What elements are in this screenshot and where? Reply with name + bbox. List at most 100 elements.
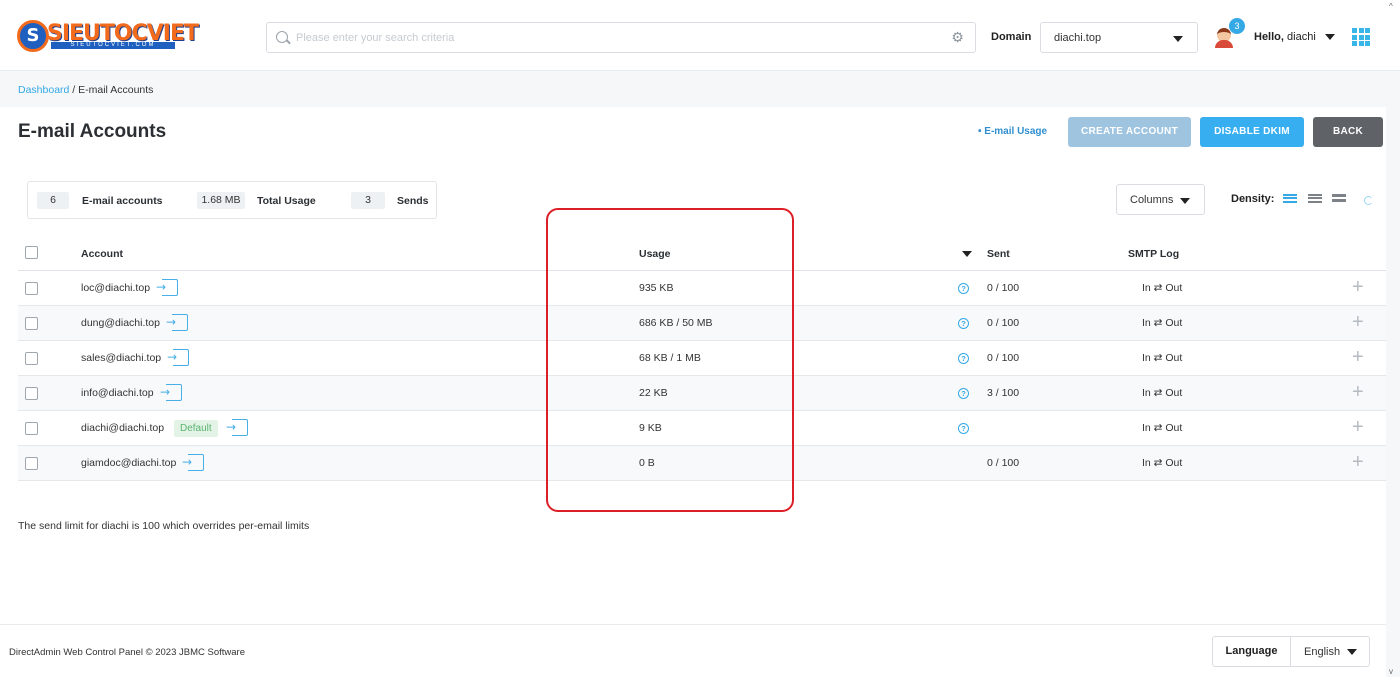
density-comfortable-icon[interactable] — [1332, 194, 1346, 206]
login-icon[interactable] — [166, 314, 188, 331]
account-email[interactable]: loc@diachi.top — [81, 282, 150, 294]
main-panel: E-mail Accounts • E-mail Usage CREATE AC… — [0, 107, 1386, 624]
account-email[interactable]: sales@diachi.top — [81, 352, 161, 364]
breadcrumb: Dashboard / E-mail Accounts — [18, 84, 153, 96]
help-icon[interactable]: ? — [958, 388, 969, 399]
table-row: info@diachi.top 22 KB? 3 / 100 In ⇄ Out + — [18, 376, 1386, 411]
accounts-table: Account Usage Sent SMTP Log loc@diachi.t… — [18, 236, 1386, 481]
smtp-log-link[interactable]: In ⇄ Out — [1142, 317, 1182, 329]
username: diachi — [1287, 31, 1316, 43]
columns-label: Columns — [1130, 194, 1174, 206]
table-row: dung@diachi.top 686 KB / 50 MB? 0 / 100 In … — [18, 306, 1386, 341]
gear-icon[interactable]: ⚙ — [950, 30, 965, 45]
domain-label: Domain — [991, 31, 1032, 43]
sent-value: 0 / 100 — [987, 352, 1020, 364]
help-icon[interactable]: ? — [958, 318, 969, 329]
row-checkbox[interactable] — [25, 387, 38, 400]
smtp-log-link[interactable]: In ⇄ Out — [1142, 387, 1182, 399]
usage-value: 22 KB — [639, 387, 668, 399]
logo-mark: S — [17, 20, 49, 52]
smtp-log-link[interactable]: In ⇄ Out — [1142, 282, 1182, 294]
login-icon[interactable] — [182, 454, 204, 471]
stat-usage-value: 1.68 MB — [197, 192, 245, 209]
sent-value: 0 / 100 — [987, 282, 1020, 294]
sort-desc-icon[interactable] — [962, 251, 972, 257]
help-icon[interactable]: ? — [958, 353, 969, 364]
user-menu-chevron-icon[interactable] — [1325, 34, 1335, 40]
account-email[interactable]: dung@diachi.top — [81, 317, 160, 329]
row-checkbox[interactable] — [25, 422, 38, 435]
stats-summary: 6 E-mail accounts 1.68 MB Total Usage 3 … — [27, 181, 437, 219]
columns-button[interactable]: Columns — [1116, 184, 1205, 215]
create-account-button[interactable]: CREATE ACCOUNT — [1068, 117, 1191, 147]
breadcrumb-current: E-mail Accounts — [78, 84, 154, 96]
language-label: Language — [1213, 637, 1291, 666]
account-email[interactable]: diachi@diachi.top — [81, 422, 164, 434]
logo[interactable]: S SIEUTOCVIET SIEUTOCVIET.COM — [17, 20, 199, 52]
select-all-checkbox[interactable] — [25, 246, 38, 259]
user-menu[interactable]: Hello, diachi — [1254, 31, 1316, 43]
logo-subtext: SIEUTOCVIET.COM — [51, 42, 175, 49]
expand-plus-icon[interactable]: + — [1352, 312, 1364, 332]
search-icon — [276, 31, 288, 43]
header-smtp-log[interactable]: SMTP Log — [1128, 248, 1179, 260]
login-icon[interactable] — [167, 349, 189, 366]
apps-grid-icon[interactable] — [1352, 28, 1370, 46]
table-header: Account Usage Sent SMTP Log — [18, 236, 1386, 271]
expand-plus-icon[interactable]: + — [1352, 277, 1364, 297]
login-icon[interactable] — [156, 279, 178, 296]
language-selector[interactable]: Language English — [1212, 636, 1370, 667]
stat-usage-label: Total Usage — [257, 195, 316, 207]
notification-badge[interactable]: 3 — [1229, 18, 1245, 34]
top-bar: S SIEUTOCVIET SIEUTOCVIET.COM ⚙ Domain d… — [0, 0, 1400, 71]
usage-value: 9 KB — [639, 422, 662, 434]
header-sent[interactable]: Sent — [987, 248, 1010, 260]
domain-value: diachi.top — [1054, 32, 1102, 44]
search-input[interactable] — [296, 28, 936, 47]
header-usage[interactable]: Usage — [639, 248, 671, 260]
density-compact-icon[interactable] — [1283, 194, 1297, 206]
help-icon[interactable]: ? — [958, 283, 969, 294]
back-button[interactable]: BACK — [1313, 117, 1383, 147]
send-limit-note: The send limit for diachi is 100 which o… — [18, 520, 310, 532]
breadcrumb-separator: / — [72, 84, 76, 96]
row-checkbox[interactable] — [25, 352, 38, 365]
table-row: diachi@diachi.top Default 9 KB? In ⇄ Out + — [18, 411, 1386, 446]
smtp-log-link[interactable]: In ⇄ Out — [1142, 352, 1182, 364]
refresh-icon[interactable] — [1364, 196, 1373, 205]
disable-dkim-button[interactable]: DISABLE DKIM — [1200, 117, 1304, 147]
row-checkbox[interactable] — [25, 282, 38, 295]
usage-value: 686 KB / 50 MB — [639, 317, 713, 329]
domain-select[interactable]: diachi.top — [1040, 22, 1198, 53]
header-account[interactable]: Account — [81, 248, 123, 260]
usage-value: 68 KB / 1 MB — [639, 352, 701, 364]
email-usage-link[interactable]: • E-mail Usage — [978, 126, 1047, 137]
usage-value: 935 KB — [639, 282, 674, 294]
table-row: giamdoc@diachi.top 0 B 0 / 100 In ⇄ Out + — [18, 446, 1386, 481]
search-box[interactable]: ⚙ — [266, 22, 976, 53]
expand-plus-icon[interactable]: + — [1352, 347, 1364, 367]
chevron-down-icon — [1180, 198, 1190, 204]
account-email[interactable]: info@diachi.top — [81, 387, 154, 399]
expand-plus-icon[interactable]: + — [1352, 417, 1364, 437]
login-icon[interactable] — [226, 419, 248, 436]
expand-plus-icon[interactable]: + — [1352, 382, 1364, 402]
help-icon[interactable]: ? — [958, 423, 969, 434]
breadcrumb-dashboard-link[interactable]: Dashboard — [18, 84, 69, 96]
density-label: Density: — [1231, 193, 1275, 205]
account-email[interactable]: giamdoc@diachi.top — [81, 457, 176, 469]
row-checkbox[interactable] — [25, 317, 38, 330]
page-title: E-mail Accounts — [18, 121, 167, 142]
density-normal-icon[interactable] — [1308, 194, 1322, 206]
stat-sends-value: 3 — [351, 192, 385, 209]
chevron-down-icon — [1347, 649, 1357, 655]
row-checkbox[interactable] — [25, 457, 38, 470]
scroll-up-icon[interactable]: ^ — [1389, 2, 1393, 11]
scroll-down-icon[interactable]: v — [1389, 667, 1393, 676]
login-icon[interactable] — [160, 384, 182, 401]
smtp-log-link[interactable]: In ⇄ Out — [1142, 457, 1182, 469]
sent-value: 0 / 100 — [987, 317, 1020, 329]
smtp-log-link[interactable]: In ⇄ Out — [1142, 422, 1182, 434]
expand-plus-icon[interactable]: + — [1352, 452, 1364, 472]
table-body: loc@diachi.top935 KB?0 / 100In ⇄ Out+dun… — [18, 271, 1386, 481]
